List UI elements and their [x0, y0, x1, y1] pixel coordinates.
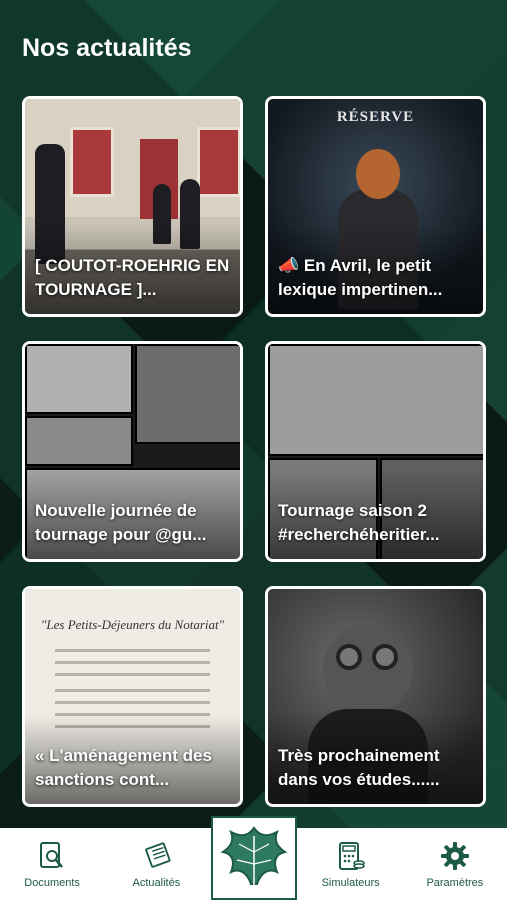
news-grid: [ COUTOT-ROEHRIG EN TOURNAGE ]... RÉSERV…: [22, 96, 486, 807]
thumbnail-heading: "Les Petits-Déjeuners du Notariat": [40, 617, 225, 632]
news-caption: Tournage saison 2 #recherchéheritier...: [278, 501, 440, 544]
news-caption: [ COUTOT-ROEHRIG EN TOURNAGE ]...: [35, 256, 230, 299]
news-card[interactable]: [ COUTOT-ROEHRIG EN TOURNAGE ]...: [22, 96, 243, 317]
news-card[interactable]: RÉSERVE 📣 En Avril, le petit lexique imp…: [265, 96, 486, 317]
nav-actualites[interactable]: Actualités: [104, 828, 208, 900]
news-caption: Nouvelle journée de tournage pour @gu...: [35, 501, 207, 544]
news-card[interactable]: Tournage saison 2 #recherchéheritier...: [265, 341, 486, 562]
news-caption: 📣 En Avril, le petit lexique impertinen.…: [278, 256, 443, 299]
news-card[interactable]: Nouvelle journée de tournage pour @gu...: [22, 341, 243, 562]
nav-label: Paramètres: [426, 877, 484, 889]
nav-documents[interactable]: Documents: [0, 828, 104, 900]
nav-label: Actualités: [132, 877, 181, 889]
news-caption: Très prochainement dans vos études......: [278, 746, 440, 789]
gear-icon: [440, 841, 470, 871]
news-card[interactable]: "Les Petits-Déjeuners du Notariat" « L'a…: [22, 586, 243, 807]
calculator-icon: [336, 841, 366, 871]
leaf-logo: [210, 816, 297, 900]
page-title: Nos actualités: [22, 34, 192, 62]
news-caption: « L'aménagement des sanctions cont...: [35, 746, 212, 789]
nav-label: Documents: [24, 877, 80, 889]
thumbnail-heading: RÉSERVE: [336, 109, 415, 125]
news-card[interactable]: Très prochainement dans vos études......: [265, 586, 486, 807]
bottom-navigation: Documents Actualités Simulateurs Paramèt…: [0, 816, 507, 900]
nav-parametres[interactable]: Paramètres: [403, 828, 507, 900]
nav-home[interactable]: [209, 816, 299, 900]
newspaper-icon: [141, 841, 171, 871]
nav-simulateurs[interactable]: Simulateurs: [299, 828, 403, 900]
nav-label: Simulateurs: [321, 877, 380, 889]
document-search-icon: [37, 841, 67, 871]
